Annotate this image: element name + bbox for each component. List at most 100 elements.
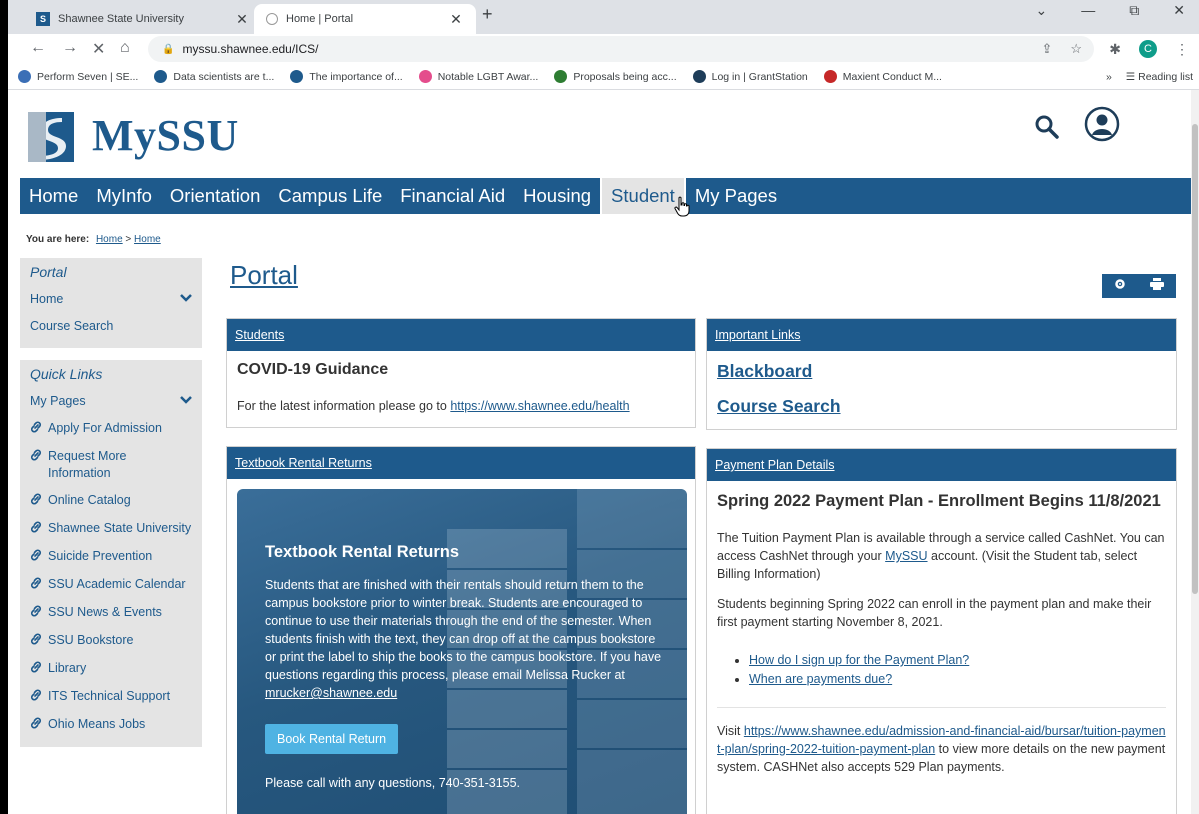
ssu-logo-icon[interactable] <box>28 112 74 162</box>
new-tab-icon[interactable]: + <box>482 4 493 25</box>
breadcrumb-current-link[interactable]: Home <box>134 234 161 245</box>
link-icon <box>30 548 44 566</box>
book-rental-return-button[interactable]: Book Rental Return <box>265 724 399 754</box>
sidebar-item-course-search[interactable]: Course Search <box>20 313 202 340</box>
page-scrollbar[interactable] <box>1191 90 1199 814</box>
reading-list-icon: ☰ <box>1125 70 1139 83</box>
page-title[interactable]: Portal <box>230 260 298 291</box>
bookmark-favicon-icon <box>554 70 568 83</box>
nav-item-my-pages[interactable]: My Pages <box>686 178 786 214</box>
sidebar-item-home[interactable]: Home <box>20 286 202 313</box>
bookmark-label: Maxient Conduct M... <box>842 70 942 83</box>
tab-shawnee-state[interactable]: S Shawnee State University ✕ <box>24 4 262 34</box>
close-window-icon[interactable]: ✕ <box>1173 2 1185 19</box>
bookmark-label: Proposals being acc... <box>573 70 677 83</box>
faq-payments-due-link[interactable]: When are payments due? <box>749 672 892 686</box>
home-icon[interactable]: ⌂ <box>120 39 130 57</box>
nav-item-home[interactable]: Home <box>20 178 87 214</box>
restore-icon[interactable]: ⧉ <box>1129 2 1139 19</box>
minimize-icon[interactable]: — <box>1081 2 1095 19</box>
textbook-header-link[interactable]: Textbook Rental Returns <box>227 447 695 479</box>
nav-item-campus-life[interactable]: Campus Life <box>269 178 391 214</box>
myssu-link[interactable]: MySSU <box>885 549 927 563</box>
email-link[interactable]: mrucker@shawnee.edu <box>265 686 397 700</box>
page-tools <box>1102 274 1176 298</box>
close-icon[interactable]: ✕ <box>448 11 464 28</box>
chevron-down-icon[interactable] <box>180 291 192 308</box>
tab-search-icon[interactable]: ⌄ <box>1036 2 1048 19</box>
bookmark-item[interactable]: Maxient Conduct M... <box>823 70 942 83</box>
bookmark-item[interactable]: Perform Seven | SE... <box>18 70 138 83</box>
quick-link-item[interactable]: Online Catalog <box>20 487 202 515</box>
bookmark-item[interactable]: Log in | GrantStation <box>692 70 808 83</box>
portal-nav-block: Portal Home Course Search <box>20 258 202 348</box>
bookmark-item[interactable]: The importance of... <box>290 70 403 83</box>
payment-header-link[interactable]: Payment Plan Details <box>707 449 1176 481</box>
settings-gear-icon[interactable] <box>1114 277 1126 295</box>
quick-links-block: Quick Links My Pages Apply For Admission… <box>20 360 202 747</box>
textbook-card-content: Textbook Rental Returns Students that ar… <box>265 543 665 790</box>
chevron-down-icon[interactable] <box>180 393 192 410</box>
nav-item-housing[interactable]: Housing <box>514 178 600 214</box>
bookmark-label: Data scientists are t... <box>173 70 275 83</box>
bookmark-label: Perform Seven | SE... <box>37 70 139 83</box>
bookmark-favicon-icon <box>418 70 432 83</box>
important-links-header-link[interactable]: Important Links <box>707 319 1176 351</box>
forward-icon[interactable]: → <box>62 39 78 57</box>
print-icon[interactable] <box>1150 277 1164 295</box>
payment-body: Spring 2022 Payment Plan - Enrollment Be… <box>707 481 1176 776</box>
quick-link-item[interactable]: ITS Technical Support <box>20 683 202 711</box>
quick-link-item[interactable]: SSU Academic Calendar <box>20 571 202 599</box>
quick-link-item[interactable]: SSU Bookstore <box>20 627 202 655</box>
health-link[interactable]: https://www.shawnee.edu/health <box>450 399 629 413</box>
bookmark-favicon-icon <box>692 70 706 83</box>
quick-link-label: Shawnee State University <box>48 521 192 535</box>
course-search-link[interactable]: Course Search <box>717 396 1176 417</box>
quick-link-item[interactable]: SSU News & Events <box>20 599 202 627</box>
students-header-link[interactable]: Students <box>227 319 695 351</box>
blackboard-link[interactable]: Blackboard <box>717 361 1176 382</box>
bookmark-star-icon[interactable]: ☆ <box>1070 41 1082 57</box>
nav-item-orientation[interactable]: Orientation <box>161 178 270 214</box>
nav-item-financial-aid[interactable]: Financial Aid <box>391 178 514 214</box>
nav-item-myinfo[interactable]: MyInfo <box>87 178 161 214</box>
profile-avatar[interactable]: C <box>1139 40 1157 58</box>
bookmark-item[interactable]: Notable LGBT Awar... <box>418 70 538 83</box>
menu-icon[interactable]: ⋮ <box>1175 41 1189 58</box>
payment-title: Spring 2022 Payment Plan - Enrollment Be… <box>717 492 1161 510</box>
quick-link-item[interactable]: Apply For Admission <box>20 415 202 443</box>
sidebar-item-my-pages[interactable]: My Pages <box>20 388 202 415</box>
scrollbar-thumb[interactable] <box>1192 124 1198 594</box>
link-icon <box>30 448 44 466</box>
address-bar[interactable]: 🔒 myssu.shawnee.edu/ICS/ ⇪ ☆ <box>148 36 1094 62</box>
quick-link-item[interactable]: Shawnee State University <box>20 515 202 543</box>
back-icon[interactable]: ← <box>30 39 46 57</box>
quick-link-item[interactable]: Ohio Means Jobs <box>20 711 202 739</box>
user-account-icon[interactable] <box>1084 106 1120 142</box>
quick-link-item[interactable]: Request More Information <box>20 443 202 487</box>
bookmark-item[interactable]: Data scientists are t... <box>154 70 274 83</box>
quick-link-item[interactable]: Suicide Prevention <box>20 543 202 571</box>
bookmark-label: Log in | GrantStation <box>711 70 808 83</box>
stop-icon[interactable]: ✕ <box>92 39 105 59</box>
reading-list[interactable]: ☰ Reading list <box>1126 71 1193 83</box>
quick-link-label: SSU Academic Calendar <box>48 577 186 591</box>
faq-sign-up-link[interactable]: How do I sign up for the Payment Plan? <box>749 653 969 667</box>
payment-paragraph-1: The Tuition Payment Plan is available th… <box>717 531 1165 581</box>
quick-link-item[interactable]: Library <box>20 655 202 683</box>
share-icon[interactable]: ⇪ <box>1041 41 1052 57</box>
call-text: Please call with any questions, 740-351-… <box>265 776 521 790</box>
browser-window: S Shawnee State University ✕ Home | Port… <box>8 0 1199 814</box>
nav-item-student[interactable]: Student <box>600 178 686 214</box>
important-links-panel: Important Links Blackboard Course Search <box>706 318 1177 430</box>
breadcrumb-home-link[interactable]: Home <box>96 234 123 245</box>
extensions-icon[interactable]: ✱ <box>1109 41 1121 58</box>
close-icon[interactable]: ✕ <box>234 11 250 28</box>
sidebar: Portal Home Course Search Quick Links My… <box>20 258 202 747</box>
site-logo-text[interactable]: MySSU <box>92 110 239 161</box>
search-icon[interactable] <box>1034 114 1060 140</box>
more-bookmarks-icon[interactable]: » <box>1106 71 1112 83</box>
toolbar-right: ✱ C ⋮ <box>1109 40 1189 58</box>
bookmark-item[interactable]: Proposals being acc... <box>554 70 677 83</box>
tab-home-portal[interactable]: Home | Portal ✕ <box>254 4 476 34</box>
